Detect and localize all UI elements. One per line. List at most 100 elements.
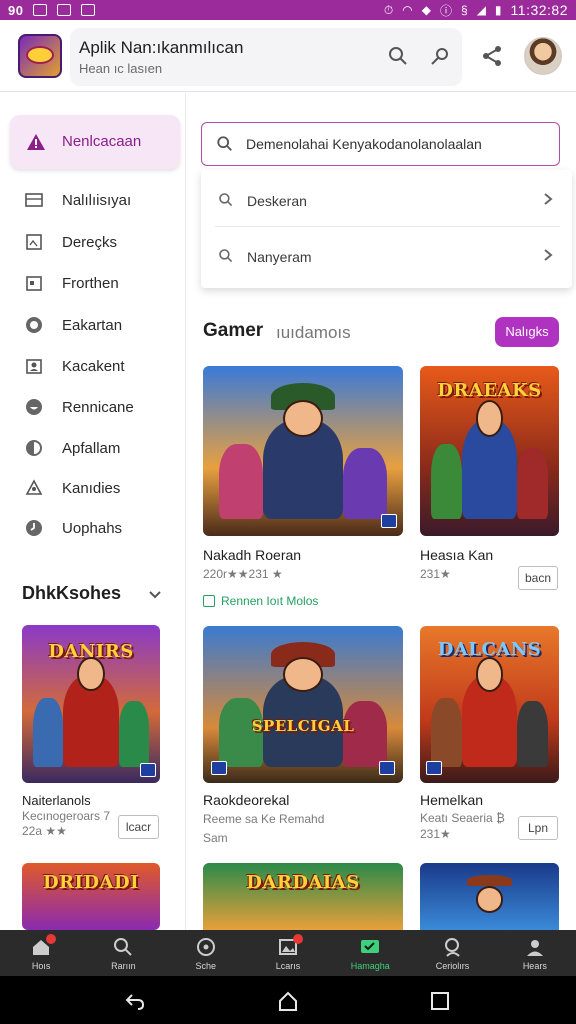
game-card-button[interactable]: bacn	[518, 566, 558, 590]
location-icon: ◆	[421, 3, 431, 17]
half-circle-icon	[26, 440, 42, 456]
suggestion-item[interactable]: Deskeran	[201, 172, 572, 228]
recents-icon[interactable]	[429, 990, 451, 1012]
app-logo[interactable]	[18, 34, 62, 78]
game-card-subtitle: Kecınogeroars 7	[22, 809, 111, 823]
bottom-nav-item-search-person[interactable]: Ceriolırs	[411, 930, 493, 976]
square-icon	[25, 193, 43, 207]
bottom-nav-label: Lcarıs	[275, 961, 301, 971]
sidebar-item-5[interactable]: Rennicane	[14, 391, 179, 423]
bottom-nav-label: Sche	[195, 961, 216, 971]
vibrate-icon: §	[461, 3, 468, 17]
target-icon	[196, 938, 215, 956]
game-card-button[interactable]: Lpn	[518, 816, 558, 840]
sidebar-item-4[interactable]: Kacakent	[14, 350, 179, 382]
system-nav-bar	[0, 976, 576, 1024]
game-card-subtitle: Reeme sa Ke Remahd	[203, 812, 325, 826]
app-title: Aplik Nan:ıkanmılıcan	[79, 38, 244, 57]
game-card-rating: 22a ★★	[22, 824, 67, 838]
notification-badge	[292, 934, 303, 944]
sidebar-item-0[interactable]: Nalılıisıyaı	[14, 184, 179, 216]
battery-icon: ▮	[494, 3, 502, 17]
game-card-image[interactable]: DALCANS	[420, 626, 559, 783]
wifi-icon: ◠	[402, 3, 413, 17]
notification-badge	[46, 934, 56, 944]
bottom-nav-label: Hamagha	[350, 961, 390, 971]
sidebar-item-1[interactable]: Dereçks	[14, 226, 179, 258]
game-logo-text: DALCANS	[437, 638, 542, 660]
game-card-image[interactable]: DARDAIAS	[203, 863, 403, 930]
bottom-nav-item-profile[interactable]: Hears	[494, 930, 576, 976]
sidebar-item-label: Kacakent	[62, 358, 125, 375]
promo-badge[interactable]: Rennen Ioıt Molos	[203, 594, 318, 608]
game-card-image[interactable]: DANIRS	[22, 625, 160, 783]
games-action-button[interactable]: Nalıgks	[495, 317, 559, 347]
game-card-rating: 220r★★231 ★	[203, 567, 283, 581]
game-card-image[interactable]	[420, 863, 559, 930]
search-icon[interactable]	[386, 44, 410, 68]
sidebar-item-8[interactable]: Uophahs	[14, 512, 179, 544]
search-suggestions: Deskeran Nanyeram	[201, 170, 572, 288]
sidebar-item-label: Uophahs	[62, 520, 123, 537]
game-card-title: Naiterlanols	[22, 793, 91, 808]
game-card-subtitle: Keatı Seaeria ₿	[420, 811, 505, 825]
promo-label: Rennen Ioıt Molos	[221, 594, 319, 608]
bottom-nav-label: Ceriolırs	[435, 961, 470, 971]
sidebar-item-label: Kanıdies	[62, 480, 121, 497]
suggestion-label: Nanyeram	[247, 249, 312, 265]
game-card-image[interactable]: DRAEAKS	[420, 366, 559, 536]
chevron-right-icon	[544, 193, 553, 205]
sidebar-item-6[interactable]: Apfallam	[14, 432, 179, 464]
chevron-down-icon[interactable]	[148, 587, 162, 601]
games-subtitle: ıuıdamoıs	[276, 323, 351, 342]
bottom-nav-item-search[interactable]: Rarıın	[82, 930, 164, 976]
bottom-nav-item-messages[interactable]: Hamagha	[329, 930, 411, 976]
game-logo-text: SPELCIGAL	[251, 717, 355, 736]
suggestion-item[interactable]: Nanyeram	[201, 228, 572, 284]
sidebar-item-7[interactable]: Kanıdies	[14, 472, 179, 504]
game-card-title: Hemelkan	[420, 792, 484, 808]
search-field[interactable]	[201, 122, 560, 166]
avatar[interactable]	[524, 37, 562, 75]
promo-icon	[203, 595, 215, 607]
sidebar: Nenlcacaan Nalılıisıyaı Dereçks Frorthen…	[0, 93, 186, 930]
divider	[215, 226, 560, 227]
game-card-image[interactable]: SPELCIGAL	[203, 626, 403, 783]
games-title: Gamer	[203, 320, 264, 341]
back-icon[interactable]	[124, 990, 146, 1012]
user-badge-icon	[26, 359, 42, 374]
bottom-nav-label: Rarıın	[111, 961, 136, 971]
smile-circle-icon	[26, 399, 42, 415]
share-icon[interactable]	[480, 44, 504, 68]
sidebar-item-label: Apfallam	[62, 440, 121, 457]
game-card-image[interactable]: DRIDADI	[22, 863, 160, 930]
home-button-icon[interactable]	[277, 990, 299, 1012]
sidebar-item-2[interactable]: Frorthen	[14, 267, 179, 299]
app-header: Aplik Nan:ıkanmılıcan Hean ıc lasıen	[0, 20, 576, 92]
search-icon	[219, 193, 233, 207]
mic-icon[interactable]	[428, 44, 452, 68]
sidebar-item-label: Eakartan	[62, 317, 123, 334]
bottom-nav-item-gallery[interactable]: Lcarıs	[247, 930, 329, 976]
sidebar-item-3[interactable]: Eakartan	[14, 309, 179, 341]
clock-icon	[26, 520, 42, 536]
search-icon	[114, 938, 133, 956]
game-card-image[interactable]	[203, 366, 403, 536]
section-title: DhkKsohes	[22, 583, 122, 603]
alarm-icon: ⏱	[383, 2, 394, 17]
game-card-rating: 231★	[420, 567, 451, 581]
sidebar-item-label: Nenlcacaan	[62, 133, 142, 150]
sidebar-item-active[interactable]: Nenlcacaan	[10, 115, 180, 169]
bottom-nav-item-home[interactable]: Hoıs	[0, 930, 82, 976]
bottom-nav-label: Hears	[522, 961, 547, 971]
sidebar-item-label: Frorthen	[62, 275, 119, 292]
suggestion-label: Deskeran	[247, 193, 307, 209]
search-input[interactable]	[246, 129, 551, 159]
game-card-button[interactable]: lcacr	[118, 815, 159, 839]
message-icon	[57, 4, 72, 16]
warning-triangle-icon	[27, 134, 45, 150]
sidebar-item-label: Nalılıisıyaı	[62, 192, 132, 209]
search-person-icon	[444, 938, 460, 957]
game-card-title: Raokdeorekal	[203, 792, 290, 808]
bottom-nav-item-target[interactable]: Sche	[165, 930, 247, 976]
